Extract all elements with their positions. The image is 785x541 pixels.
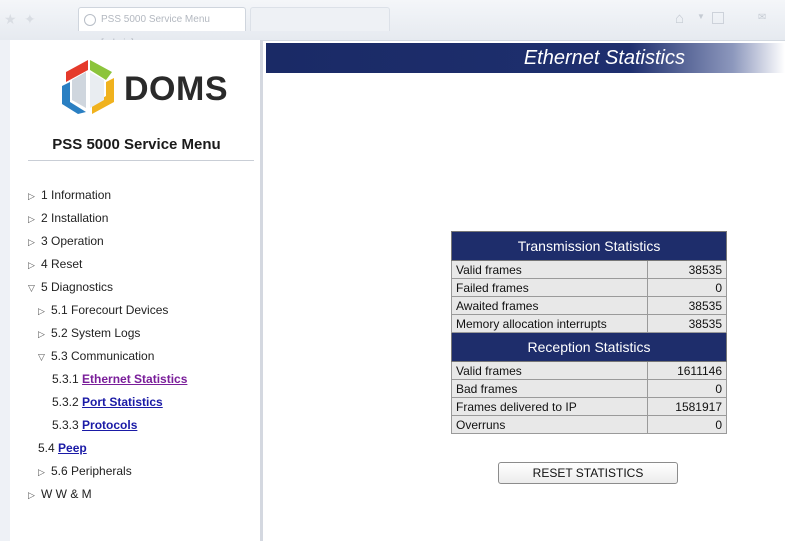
expand-arrow-icon: ▷ — [28, 214, 35, 224]
mail-icon[interactable]: ✉ — [758, 12, 766, 23]
stat-value: 1611146 — [647, 361, 727, 380]
menu-item-diagnostics[interactable]: ▽ 5 Diagnostics — [28, 279, 113, 295]
sidebar: DOMS PSS 5000 Service Menu ▷ 1 Informatio… — [10, 40, 263, 541]
menu-item-peripherals[interactable]: ▷ 5.6 Peripherals — [38, 463, 132, 479]
window-edge — [0, 40, 10, 541]
menu-item-reset[interactable]: ▷ 4 Reset — [28, 256, 82, 272]
protocols-link[interactable]: Protocols — [82, 418, 137, 432]
favorites-star-icon[interactable]: ★ — [4, 11, 17, 28]
collapse-arrow-icon: ▽ — [38, 352, 45, 362]
stat-label: Valid frames — [451, 361, 648, 380]
menu-item-label: 5 Diagnostics — [41, 280, 114, 294]
menu-item-communication[interactable]: ▽ 5.3 Communication — [38, 348, 154, 364]
table-row: Memory allocation interrupts 38535 — [451, 314, 727, 333]
logo-text: DOMS — [124, 70, 228, 108]
table-row: Failed frames 0 — [451, 278, 727, 297]
menu-item-label: 3 Operation — [41, 234, 104, 248]
transmission-heading: Transmission Statistics — [451, 231, 727, 261]
stat-label: Frames delivered to IP — [451, 397, 648, 416]
menu-item-prefix: 5.3.2 — [52, 395, 83, 409]
stat-label: Overruns — [451, 415, 648, 434]
peep-link[interactable]: Peep — [58, 441, 87, 455]
stat-label: Failed frames — [451, 278, 648, 297]
expand-arrow-icon: ▷ — [28, 237, 35, 247]
stat-value: 0 — [647, 415, 727, 434]
menu-item-installation[interactable]: ▷ 2 Installation — [28, 210, 108, 226]
table-section-header: Reception Statistics — [451, 332, 727, 362]
menu-item-label: 4 Reset — [41, 257, 83, 271]
expand-arrow-icon: ▷ — [28, 191, 35, 201]
menu-item-label: 5.1 Forecourt Devices — [51, 303, 169, 317]
expand-arrow-icon: ▷ — [38, 467, 45, 477]
menu-item-ethernet-statistics: 5.3.1 Ethernet Statistics — [52, 371, 187, 387]
port-statistics-link[interactable]: Port Statistics — [82, 395, 163, 409]
menu-item-prefix: 5.4 — [38, 441, 59, 455]
menu-item-prefix: 5.3.1 — [52, 372, 83, 386]
menu-item-label: W W & M — [41, 487, 92, 501]
menu-item-peep: 5.4 Peep — [38, 440, 87, 456]
loading-icon — [84, 14, 96, 26]
stat-value: 0 — [647, 379, 727, 398]
stat-label: Bad frames — [451, 379, 648, 398]
browser-toolbar: ★ ✦ PSS 5000 Service Menu [admin] ⌂ ▼ ✉ — [0, 0, 785, 49]
stat-value: 38535 — [647, 314, 727, 333]
doms-logo-icon — [62, 60, 114, 114]
stat-label: Memory allocation interrupts — [451, 314, 648, 333]
browser-tab[interactable]: PSS 5000 Service Menu [admin] — [78, 7, 246, 49]
table-row: Overruns 0 — [451, 415, 727, 434]
menu-item-information[interactable]: ▷ 1 Information — [28, 187, 111, 203]
doms-logo: DOMS — [56, 58, 246, 116]
menu-item-prefix: 5.3.3 — [52, 418, 83, 432]
ethernet-statistics-table: Transmission Statistics Valid frames 385… — [451, 231, 727, 434]
home-icon[interactable]: ⌂ — [675, 10, 684, 27]
table-section-header: Transmission Statistics — [451, 231, 727, 261]
reception-heading: Reception Statistics — [451, 332, 727, 362]
add-favorites-icon[interactable]: ✦ — [24, 11, 36, 28]
menu-item-label: 5.6 Peripherals — [51, 464, 132, 478]
stat-value: 1581917 — [647, 397, 727, 416]
menu-item-wwm[interactable]: ▷ W W & M — [28, 486, 92, 502]
chevron-down-icon[interactable]: ▼ — [697, 12, 705, 21]
expand-arrow-icon: ▷ — [28, 260, 35, 270]
expand-arrow-icon: ▷ — [28, 490, 35, 500]
menu-item-label: 5.2 System Logs — [51, 326, 141, 340]
divider — [28, 160, 254, 161]
new-tab-button[interactable] — [250, 7, 390, 31]
stat-value: 38535 — [647, 260, 727, 279]
menu-item-operation[interactable]: ▷ 3 Operation — [28, 233, 104, 249]
expand-arrow-icon: ▷ — [38, 329, 45, 339]
stat-label: Awaited frames — [451, 296, 648, 315]
stat-value: 0 — [647, 278, 727, 297]
page-title: Ethernet Statistics — [523, 47, 685, 69]
collapse-arrow-icon: ▽ — [28, 283, 35, 293]
menu-item-label: 1 Information — [41, 188, 112, 202]
table-row: Valid frames 1611146 — [451, 361, 727, 380]
menu-item-label: 2 Installation — [41, 211, 109, 225]
stat-value: 38535 — [647, 296, 727, 315]
menu-item-port-statistics: 5.3.2 Port Statistics — [52, 394, 163, 410]
feed-icon[interactable] — [712, 12, 724, 24]
stat-label: Valid frames — [451, 260, 648, 279]
table-row: Bad frames 0 — [451, 379, 727, 398]
menu-item-system-logs[interactable]: ▷ 5.2 System Logs — [38, 325, 140, 341]
menu-item-label: 5.3 Communication — [51, 349, 155, 363]
page-header: Ethernet Statistics — [266, 43, 785, 73]
reset-statistics-button[interactable]: RESET STATISTICS — [498, 462, 678, 484]
table-row: Awaited frames 38535 — [451, 296, 727, 315]
menu-item-protocols: 5.3.3 Protocols — [52, 417, 137, 433]
table-row: Frames delivered to IP 1581917 — [451, 397, 727, 416]
ethernet-statistics-link[interactable]: Ethernet Statistics — [82, 372, 187, 386]
expand-arrow-icon: ▷ — [38, 306, 45, 316]
sidebar-title: PSS 5000 Service Menu — [52, 136, 221, 153]
menu-item-forecourt-devices[interactable]: ▷ 5.1 Forecourt Devices — [38, 302, 168, 318]
table-row: Valid frames 38535 — [451, 260, 727, 279]
